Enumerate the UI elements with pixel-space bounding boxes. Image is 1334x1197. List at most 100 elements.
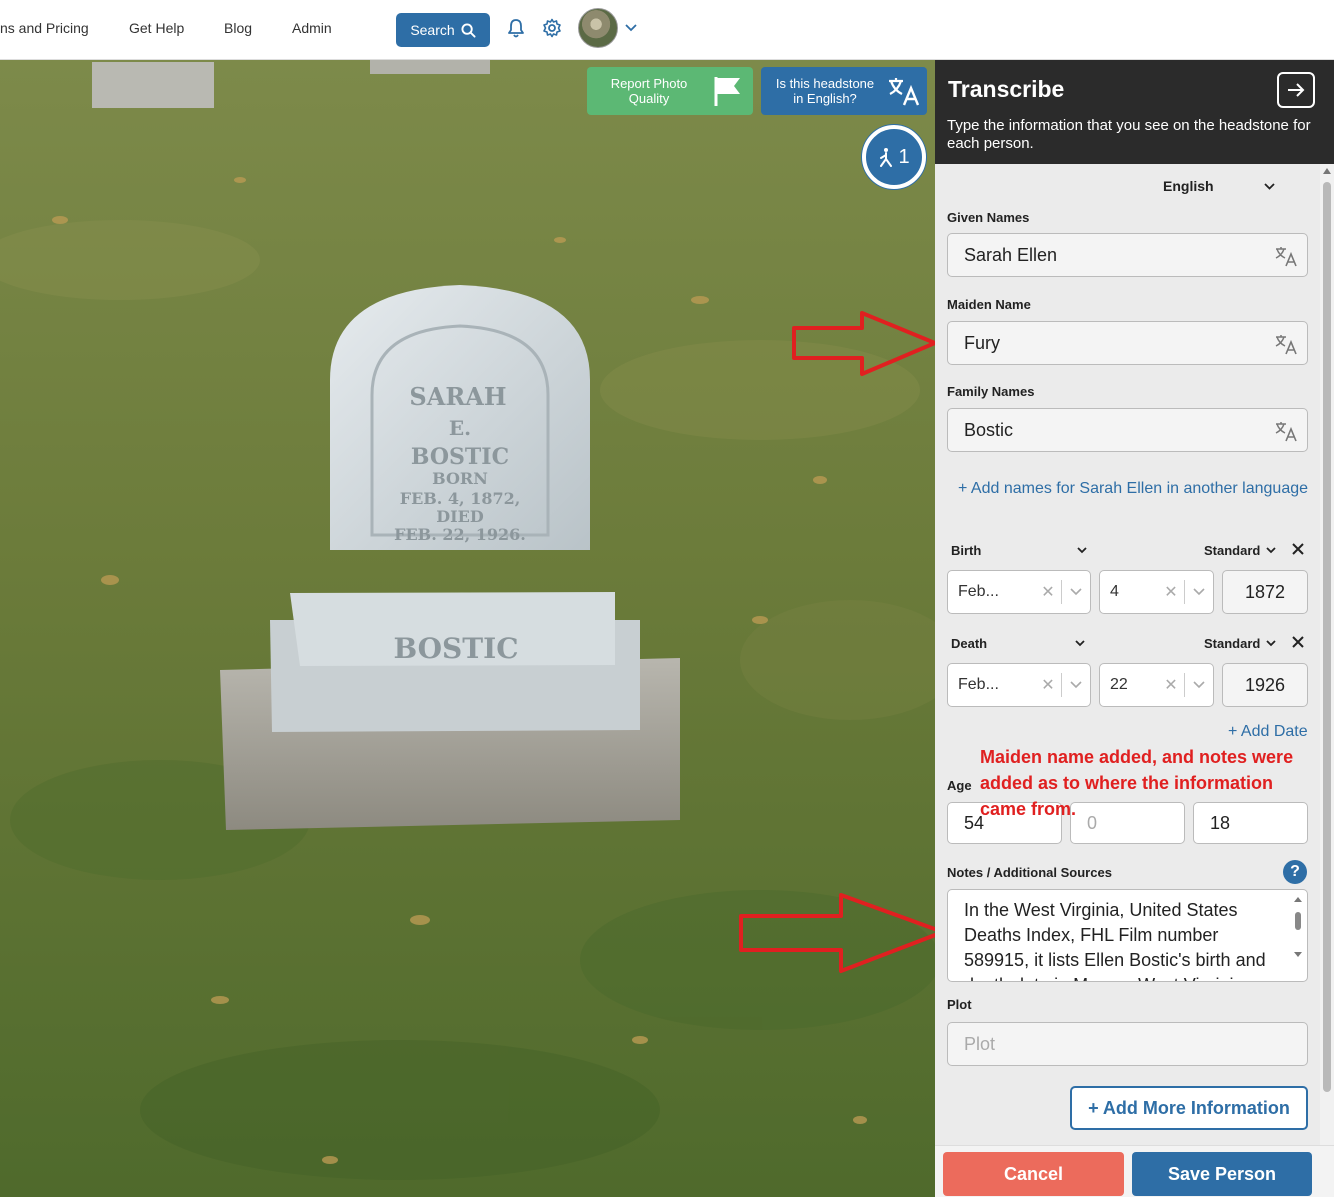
chevron-down-icon[interactable] — [1062, 681, 1090, 689]
death-calendar-select[interactable]: Standard — [1204, 636, 1276, 651]
family-names-input[interactable]: Bostic — [947, 408, 1308, 452]
clear-icon[interactable]: ✕ — [1158, 582, 1184, 602]
plot-input[interactable] — [947, 1022, 1308, 1066]
person-icon — [880, 148, 893, 167]
chevron-down-icon — [1266, 547, 1276, 554]
birth-year-input[interactable]: 1872 — [1222, 570, 1308, 614]
chevron-down-icon[interactable] — [1062, 588, 1090, 596]
birth-calendar-value: Standard — [1204, 543, 1261, 558]
family-names-label: Family Names — [947, 384, 1035, 399]
maiden-name-value: Fury — [964, 332, 1000, 353]
death-month-value: Feb... — [958, 676, 999, 693]
clear-icon[interactable]: ✕ — [1035, 582, 1061, 602]
language-select[interactable]: English — [1163, 178, 1275, 194]
help-icon[interactable]: ? — [1283, 860, 1307, 884]
cancel-button[interactable]: Cancel — [943, 1152, 1124, 1196]
death-calendar-value: Standard — [1204, 636, 1261, 651]
death-year-value: 1926 — [1244, 674, 1286, 695]
language-select-value: English — [1163, 178, 1214, 194]
is-headstone-english-label: Is this headstone in English? — [775, 76, 875, 106]
arrow-icon-notes — [739, 893, 935, 973]
death-day-select[interactable]: 22 ✕ — [1099, 663, 1214, 707]
birth-label: Birth — [951, 543, 982, 558]
headstone-photo: SARAH E. BOSTIC BORN FEB. 4, 1872, DIED … — [0, 60, 935, 1197]
add-date-link[interactable]: + Add Date — [1228, 723, 1308, 741]
nav-link-get-help[interactable]: Get Help — [129, 20, 184, 36]
chevron-down-icon — [1263, 182, 1275, 190]
translate-icon[interactable] — [1275, 245, 1297, 267]
birth-day-value: 4 — [1110, 583, 1119, 600]
death-month-select[interactable]: Feb... ✕ — [947, 663, 1091, 707]
report-photo-quality-label: Report Photo Quality — [610, 76, 688, 106]
inscription-line-7: FEB. 22, 1926. — [394, 525, 526, 544]
notes-label: Notes / Additional Sources — [947, 865, 1112, 880]
cancel-label: Cancel — [1003, 1163, 1064, 1184]
panel-scrollbar-thumb[interactable] — [1323, 182, 1331, 1092]
inscription-line-1: SARAH — [409, 382, 506, 411]
remove-death-close-icon[interactable] — [1292, 636, 1304, 648]
chevron-down-icon[interactable] — [1185, 588, 1213, 596]
death-year-input[interactable]: 1926 — [1222, 663, 1308, 707]
add-names-other-language-link[interactable]: + Add names for Sarah Ellen in another l… — [958, 480, 1308, 498]
person-count-badge[interactable]: 1 — [862, 125, 926, 189]
translate-icon[interactable] — [1275, 420, 1297, 442]
panel-footer: Cancel Save Person — [935, 1145, 1334, 1197]
inscription-base: BOSTIC — [393, 632, 518, 665]
given-names-input[interactable]: Sarah Ellen — [947, 233, 1308, 277]
search-button[interactable]: Search — [396, 13, 490, 47]
age-months-input[interactable]: 0 — [1070, 802, 1185, 844]
chevron-down-icon[interactable] — [619, 16, 643, 40]
collapse-panel-button[interactable] — [1277, 72, 1315, 108]
birth-event-select[interactable]: Birth — [951, 543, 1087, 558]
given-names-label: Given Names — [947, 210, 1030, 225]
avatar[interactable] — [578, 8, 618, 48]
translate-icon — [889, 78, 920, 106]
nav-link-admin[interactable]: Admin — [292, 20, 332, 36]
panel-scrollbar[interactable] — [1320, 164, 1334, 1145]
chevron-down-icon[interactable] — [1185, 681, 1213, 689]
person-count-value: 1 — [898, 145, 910, 168]
age-days-input[interactable]: 18 — [1193, 802, 1308, 844]
birth-day-select[interactable]: 4 ✕ — [1099, 570, 1214, 614]
age-years-value: 54 — [964, 812, 985, 833]
notes-value: In the West Virginia, United States Deat… — [964, 900, 1266, 981]
top-navigation: ns and Pricing Get Help Blog Admin Searc… — [0, 0, 1334, 60]
is-headstone-english-button[interactable]: Is this headstone in English? — [761, 67, 927, 115]
scroll-up-icon[interactable] — [1323, 168, 1331, 174]
search-button-label: Search — [410, 22, 455, 38]
bell-icon[interactable] — [504, 16, 528, 40]
birth-month-select[interactable]: Feb... ✕ — [947, 570, 1091, 614]
nav-link-blog[interactable]: Blog — [224, 20, 252, 36]
maiden-name-input[interactable]: Fury — [947, 321, 1308, 365]
age-label: Age — [947, 778, 972, 793]
search-icon — [461, 22, 476, 38]
inscription-line-2: E. — [449, 416, 471, 440]
arrow-right-icon — [1288, 83, 1305, 97]
notes-scrollbar[interactable] — [1293, 896, 1303, 958]
panel-description: Type the information that you see on the… — [947, 117, 1311, 152]
report-photo-quality-button[interactable]: Report Photo Quality — [587, 67, 753, 115]
clear-icon[interactable]: ✕ — [1158, 675, 1184, 695]
death-event-select[interactable]: Death — [951, 636, 1085, 651]
inscription-line-6: DIED — [436, 507, 484, 526]
family-names-value: Bostic — [964, 419, 1014, 440]
save-person-button[interactable]: Save Person — [1132, 1152, 1312, 1196]
birth-calendar-select[interactable]: Standard — [1204, 543, 1276, 558]
save-person-label: Save Person — [1167, 1163, 1277, 1184]
gear-icon[interactable] — [540, 16, 564, 40]
age-months-value: 0 — [1087, 812, 1098, 833]
nav-link-plans-pricing[interactable]: ns and Pricing — [0, 20, 89, 36]
flag-icon — [714, 77, 740, 106]
age-years-input[interactable]: 54 — [947, 802, 1062, 844]
chevron-down-icon — [1266, 640, 1276, 647]
remove-birth-close-icon[interactable] — [1292, 543, 1304, 555]
translate-icon[interactable] — [1275, 333, 1297, 355]
add-more-information-label: + Add More Information — [1088, 1097, 1290, 1118]
inscription-line-4: BORN — [432, 469, 488, 488]
age-days-value: 18 — [1210, 812, 1231, 833]
add-more-information-button[interactable]: + Add More Information — [1070, 1086, 1308, 1130]
clear-icon[interactable]: ✕ — [1035, 675, 1061, 695]
notes-textarea[interactable]: In the West Virginia, United States Deat… — [947, 889, 1308, 982]
maiden-name-label: Maiden Name — [947, 297, 1031, 312]
given-names-value: Sarah Ellen — [964, 244, 1058, 265]
